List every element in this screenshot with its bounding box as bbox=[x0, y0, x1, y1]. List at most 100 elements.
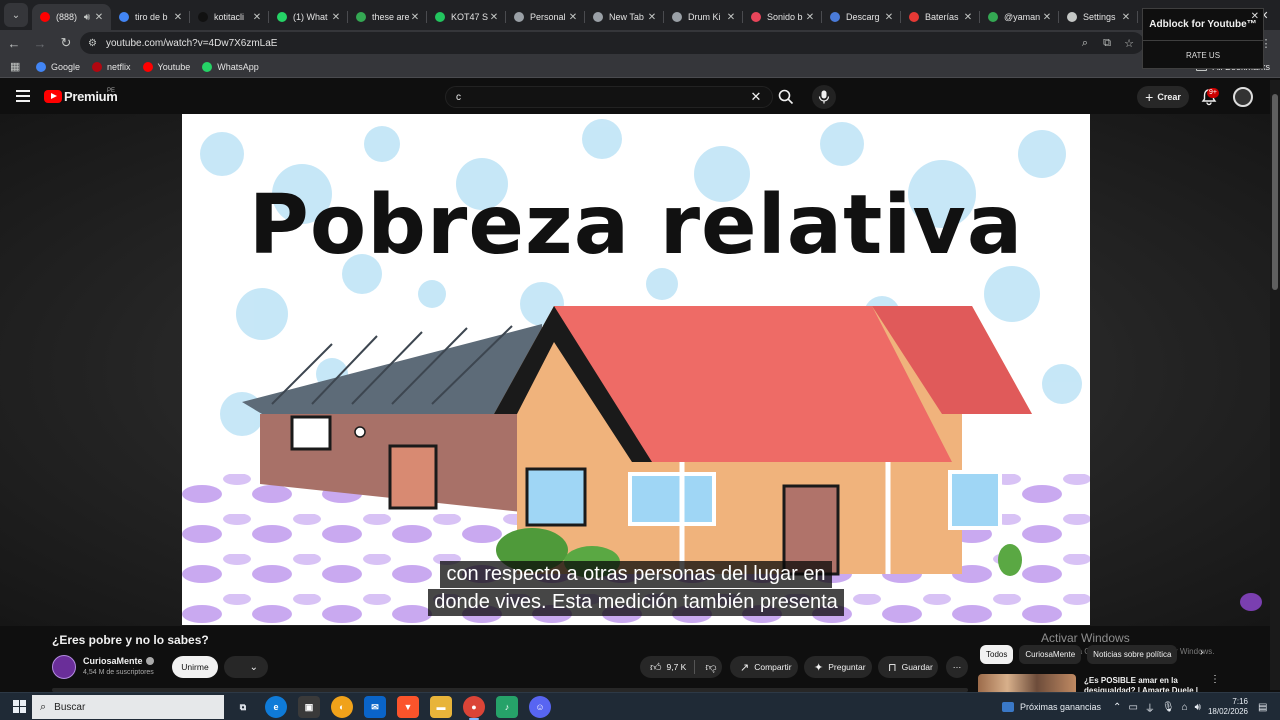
forward-icon[interactable]: → bbox=[28, 32, 52, 54]
subscription-dropdown[interactable]: ⌄ bbox=[224, 656, 268, 678]
install-app-icon[interactable]: ⧉ bbox=[1100, 37, 1114, 50]
address-bar[interactable]: ⚙ youtube.com/watch?v=4Dw7X6zmLaE ⌕ ⧉ ☆ bbox=[80, 32, 1144, 54]
notifications-icon[interactable]: ▤ bbox=[1258, 702, 1272, 713]
join-button[interactable]: Unirme bbox=[172, 656, 218, 678]
tab[interactable]: New Tab ✕ bbox=[585, 4, 664, 30]
clock[interactable]: 7:16 18/02/2026 bbox=[1208, 697, 1248, 717]
tab-favicon-icon bbox=[909, 12, 919, 22]
tab-label: tiro de b bbox=[135, 12, 168, 22]
live-app-icon[interactable]: ▣ bbox=[298, 696, 320, 718]
menu-icon[interactable] bbox=[16, 90, 30, 102]
close-popup-icon[interactable]: ✕ bbox=[1251, 11, 1259, 22]
back-icon[interactable]: ← bbox=[2, 32, 26, 54]
firefox-icon[interactable]: ◐ bbox=[331, 696, 353, 718]
tab-close-icon[interactable]: ✕ bbox=[646, 12, 658, 23]
taskbar-search[interactable]: ⌕ Buscar bbox=[32, 695, 224, 719]
tab[interactable]: tiro de b ✕ bbox=[111, 4, 190, 30]
voice-search-button[interactable] bbox=[812, 85, 836, 109]
spotify-like-icon[interactable]: ♪ bbox=[496, 696, 518, 718]
dislike-icon[interactable]: 👎︎ bbox=[705, 661, 716, 674]
tab-close-icon[interactable]: ✕ bbox=[488, 12, 500, 23]
tab[interactable]: KOT47 S ✕ bbox=[427, 4, 506, 30]
apps-grid-icon[interactable]: ▦ bbox=[10, 60, 22, 73]
chevron-right-icon[interactable]: › bbox=[1200, 647, 1203, 658]
recommendation-title[interactable]: ¿Es POSIBLE amar en la desigualdad? | Am… bbox=[1084, 676, 1204, 692]
recommendation-menu-icon[interactable]: ⋮ bbox=[1210, 674, 1220, 685]
tab-close-icon[interactable]: ✕ bbox=[330, 12, 342, 23]
channel-name[interactable]: CuriosaMente bbox=[83, 656, 154, 666]
volume-icon[interactable]: 🔊︎ bbox=[1195, 702, 1201, 713]
chevron-up-icon[interactable]: ⌃ bbox=[1113, 702, 1121, 713]
tab[interactable]: Sonido b ✕ bbox=[743, 4, 822, 30]
edge-icon[interactable]: e bbox=[265, 696, 287, 718]
youtube-premium-logo[interactable]: Premium PE bbox=[44, 88, 118, 104]
tab[interactable]: Settings ✕ bbox=[1059, 4, 1138, 30]
tab[interactable]: kotitacli ✕ bbox=[190, 4, 269, 30]
reload-icon[interactable]: ↻ bbox=[54, 32, 78, 54]
more-actions-button[interactable]: ⋯ bbox=[946, 656, 968, 678]
tab[interactable]: Drum Ki ✕ bbox=[664, 4, 743, 30]
like-count[interactable]: 9,7 K bbox=[667, 662, 687, 672]
tab-close-icon[interactable]: ✕ bbox=[804, 12, 816, 23]
like-icon[interactable]: 👍︎ bbox=[650, 661, 662, 674]
ask-button[interactable]: ✦ Preguntar bbox=[804, 656, 872, 678]
tab-close-icon[interactable]: ✕ bbox=[883, 12, 895, 23]
zoom-icon[interactable]: ⌕ bbox=[1078, 37, 1092, 50]
tab-audio-icon[interactable]: 🔊︎ bbox=[81, 12, 93, 23]
tab[interactable]: these are ✕ bbox=[348, 4, 427, 30]
tab-close-icon[interactable]: ✕ bbox=[725, 12, 737, 23]
tab-close-icon[interactable]: ✕ bbox=[567, 12, 579, 23]
discord-icon[interactable]: ☺ bbox=[529, 696, 551, 718]
brave-icon[interactable]: ▼ bbox=[397, 696, 419, 718]
scrollbar-thumb[interactable] bbox=[1272, 94, 1278, 290]
monitor-icon[interactable]: ▭ bbox=[1128, 702, 1137, 713]
rate-us-button[interactable]: RATE US bbox=[1143, 40, 1263, 69]
bookmark-item[interactable]: netflix bbox=[92, 61, 131, 72]
bookmark-star-icon[interactable]: ☆ bbox=[1122, 37, 1136, 50]
bookmark-item[interactable]: Youtube bbox=[142, 61, 190, 72]
channel-avatar[interactable] bbox=[52, 655, 76, 679]
recommendation-thumbnail[interactable] bbox=[978, 674, 1076, 692]
create-button[interactable]: + Crear bbox=[1137, 86, 1189, 108]
tab[interactable]: Baterías ✕ bbox=[901, 4, 980, 30]
bookmark-item[interactable]: WhatsApp bbox=[202, 61, 259, 72]
save-button[interactable]: ⊓ Guardar bbox=[878, 656, 938, 678]
filter-chip[interactable]: Todos bbox=[980, 645, 1014, 664]
tab-search-icon[interactable]: ⌄ bbox=[4, 3, 28, 27]
task-view-icon[interactable]: ⧉ bbox=[232, 696, 254, 718]
video-player[interactable]: Pobreza relativa con respecto a otras pe… bbox=[0, 114, 1270, 626]
tab[interactable]: @yaman ✕ bbox=[980, 4, 1059, 30]
network-icon[interactable]: ⌂ bbox=[1182, 702, 1188, 713]
tab[interactable]: (1) What ✕ bbox=[269, 4, 348, 30]
tab-close-icon[interactable]: ✕ bbox=[1041, 12, 1053, 23]
outlook-icon[interactable]: ✉ bbox=[364, 696, 386, 718]
tab[interactable]: Descarg ✕ bbox=[822, 4, 901, 30]
chrome-icon[interactable]: ● bbox=[463, 696, 485, 720]
tab-close-icon[interactable]: ✕ bbox=[1120, 12, 1132, 23]
account-avatar[interactable] bbox=[1233, 87, 1253, 107]
clear-search-icon[interactable]: ✕ bbox=[746, 89, 766, 105]
page-scrollbar[interactable] bbox=[1270, 80, 1280, 690]
tab-close-icon[interactable]: ✕ bbox=[962, 12, 974, 23]
search-input[interactable]: c ✕ bbox=[445, 86, 773, 108]
tab-close-icon[interactable]: ✕ bbox=[93, 12, 105, 23]
filter-chip[interactable]: Noticias sobre política bbox=[1087, 645, 1178, 664]
share-button[interactable]: ↗ Compartir bbox=[730, 656, 798, 678]
news-widget[interactable]: Próximas ganancias bbox=[1002, 702, 1101, 712]
tab[interactable]: (888) 🔊︎ ✕ bbox=[32, 4, 111, 30]
tab-close-icon[interactable]: ✕ bbox=[251, 12, 263, 23]
extension-bubble-icon[interactable] bbox=[1240, 593, 1262, 611]
filter-chip[interactable]: CuriosaMente bbox=[1019, 645, 1082, 664]
video-frame[interactable]: Pobreza relativa con respecto a otras pe… bbox=[182, 114, 1090, 625]
bookmark-item[interactable]: Google bbox=[36, 61, 80, 72]
site-info-icon[interactable]: ⚙ bbox=[88, 38, 102, 49]
tab-close-icon[interactable]: ✕ bbox=[172, 12, 184, 23]
file-explorer-icon[interactable]: ▬ bbox=[430, 696, 452, 718]
usb-icon[interactable]: ⏚ bbox=[1145, 700, 1155, 715]
microphone-icon[interactable]: 🎙︎ bbox=[1162, 702, 1175, 713]
windows-start-icon[interactable] bbox=[10, 698, 28, 716]
tab-close-icon[interactable]: ✕ bbox=[409, 12, 421, 23]
search-button[interactable] bbox=[773, 86, 799, 108]
tab[interactable]: Personal ✕ bbox=[506, 4, 585, 30]
tab-label: kotitacli bbox=[214, 12, 245, 22]
